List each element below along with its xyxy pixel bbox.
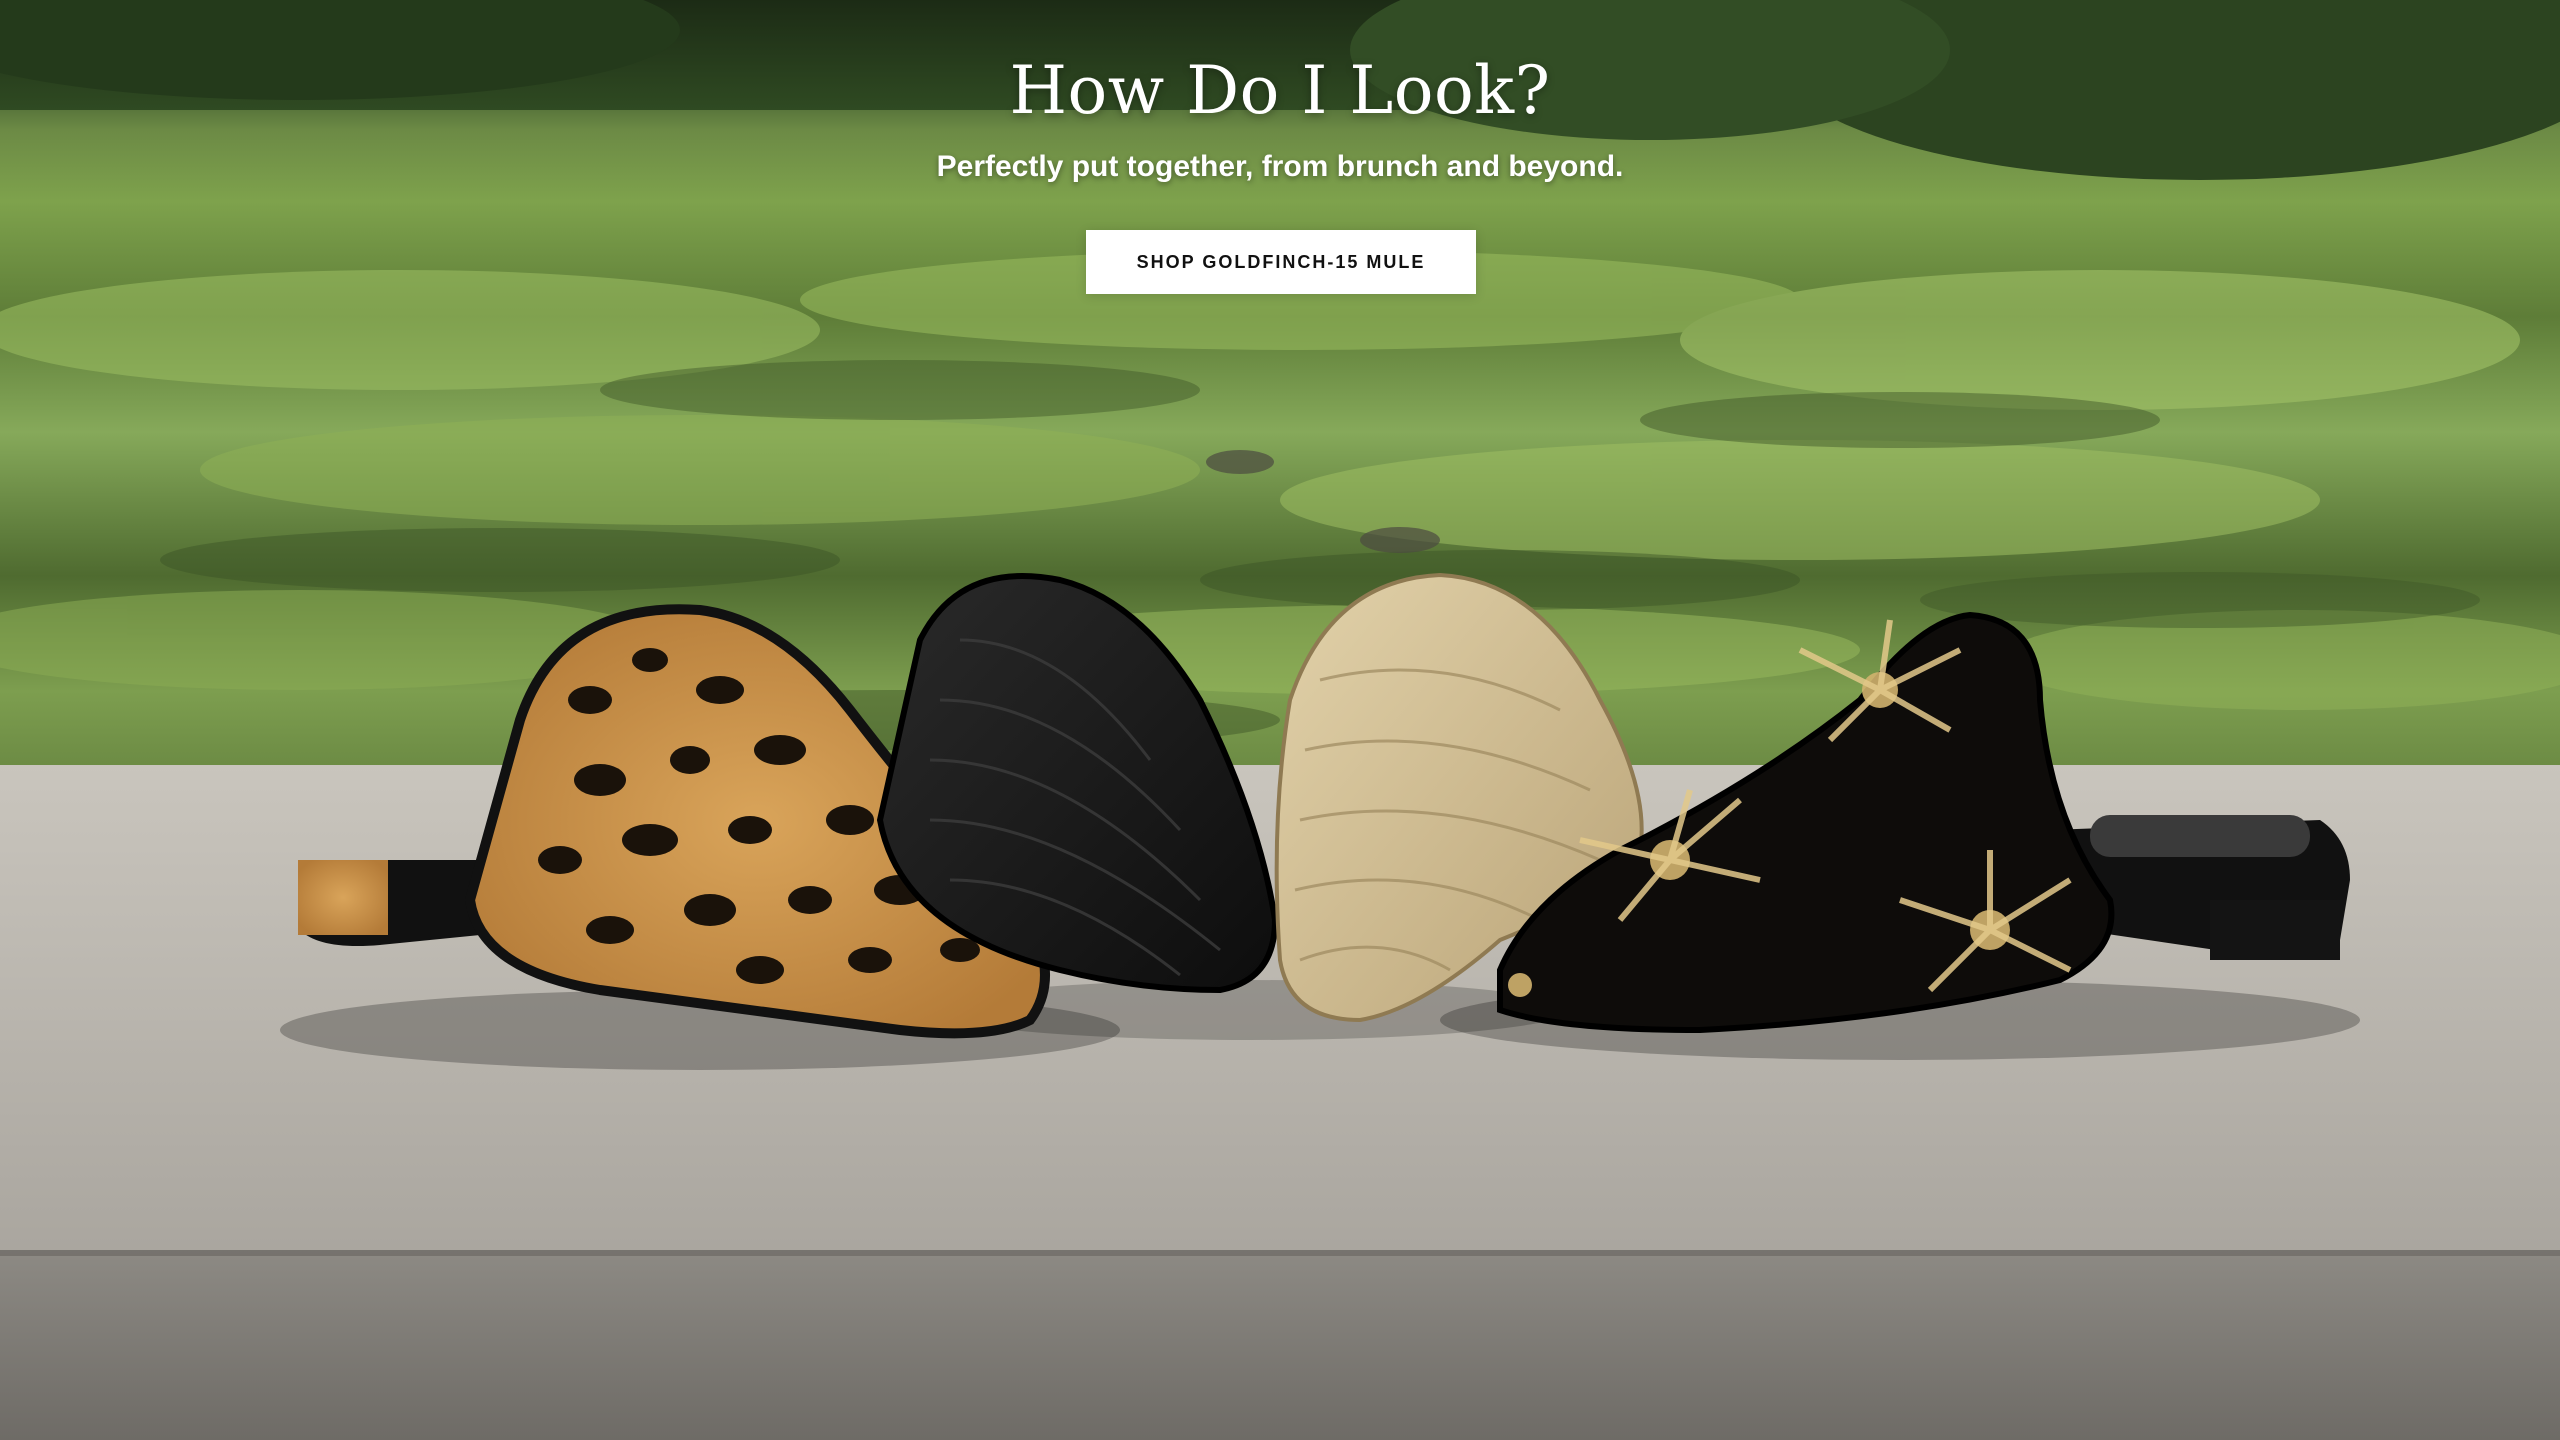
hero-subtitle: Perfectly put together, from brunch and … [936, 150, 1624, 183]
hero-banner: How Do I Look? Perfectly put together, f… [0, 0, 2560, 1440]
shop-mule-button[interactable]: SHOP GOLDFINCH-15 MULE [1086, 230, 1476, 294]
hero-background-image [0, 0, 2560, 1440]
hero-title: How Do I Look? [1009, 52, 1551, 129]
